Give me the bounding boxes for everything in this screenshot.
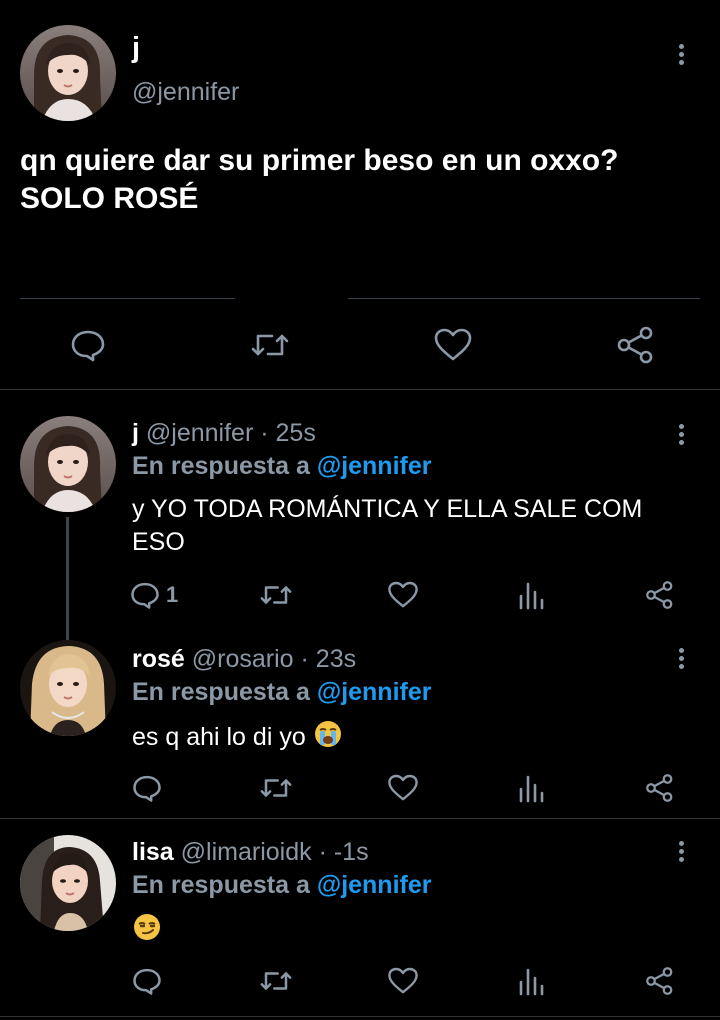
- timestamp: · 23s: [300, 645, 357, 673]
- in-reply-label: En respuesta a: [132, 871, 317, 899]
- analytics-icon[interactable]: [516, 575, 546, 615]
- mention-link[interactable]: @jennifer: [317, 871, 432, 899]
- main-tweet: j @jennifer qn quiere dar su primer beso…: [0, 0, 720, 390]
- mention-link[interactable]: @jennifer: [317, 452, 432, 480]
- reply-text-line: y YO TODA ROMÁNTICA Y ELLA SALE COM: [132, 495, 643, 523]
- tweet-actions: [0, 320, 720, 370]
- reply-header: lisa @limarioidk · -1s: [132, 837, 369, 867]
- more-options-icon[interactable]: [673, 38, 689, 70]
- loudly-crying-face-icon: [313, 719, 343, 758]
- in-reply-to: En respuesta a @jennifer: [132, 870, 432, 900]
- separator: [20, 298, 235, 299]
- like-icon[interactable]: [385, 768, 421, 808]
- author-name[interactable]: lisa: [132, 838, 174, 866]
- reply-text: y YO TODA ROMÁNTICA Y ELLA SALE COM ESO: [132, 493, 692, 559]
- share-icon[interactable]: [614, 320, 658, 370]
- reply-text-line: es q ahi lo di yo: [132, 723, 306, 752]
- reply-actions: [0, 768, 720, 808]
- in-reply-label: En respuesta a: [132, 452, 317, 480]
- smirking-face-icon: [132, 912, 162, 951]
- reply-header: j @jennifer · 25s: [132, 418, 316, 448]
- like-icon[interactable]: [385, 575, 421, 615]
- like-icon[interactable]: [431, 320, 475, 370]
- reply-count: 1: [166, 582, 179, 607]
- share-icon[interactable]: [643, 961, 677, 1001]
- retweet-icon[interactable]: [256, 575, 296, 615]
- author-name[interactable]: rosé: [132, 645, 185, 673]
- like-icon[interactable]: [385, 961, 421, 1001]
- analytics-icon[interactable]: [516, 961, 546, 1001]
- in-reply-to: En respuesta a @jennifer: [132, 677, 432, 707]
- more-options-icon[interactable]: [673, 835, 689, 867]
- separator: [348, 298, 700, 299]
- more-options-icon[interactable]: [673, 642, 689, 674]
- divider: [0, 1016, 720, 1017]
- reply-text: es q ahi lo di yo: [132, 719, 692, 758]
- retweet-icon[interactable]: [248, 320, 292, 370]
- author-handle[interactable]: @limarioidk: [181, 838, 312, 866]
- tweet-text: qn quiere dar su primer beso en un oxxo?…: [20, 142, 700, 218]
- timestamp: · -1s: [318, 838, 369, 866]
- reply-header: rosé @rosario · 23s: [132, 644, 356, 674]
- in-reply-to: En respuesta a @jennifer: [132, 451, 432, 481]
- author-handle[interactable]: @jennifer: [146, 419, 253, 447]
- analytics-icon[interactable]: [516, 768, 546, 808]
- reply-tweet[interactable]: rosé @rosario · 23s En respuesta a @jenn…: [0, 640, 720, 818]
- more-options-icon[interactable]: [673, 418, 689, 450]
- avatar[interactable]: [20, 416, 116, 512]
- author-name[interactable]: j: [132, 32, 140, 64]
- in-reply-label: En respuesta a: [132, 678, 317, 706]
- reply-icon: [131, 582, 159, 609]
- reply-icon[interactable]: [66, 320, 110, 370]
- mention-link[interactable]: @jennifer: [317, 678, 432, 706]
- tweet-text-line: qn quiere dar su primer beso en un oxxo?: [20, 144, 619, 177]
- retweet-icon[interactable]: [256, 768, 296, 808]
- tweet-thread-screen: j @jennifer qn quiere dar su primer beso…: [0, 0, 720, 1020]
- timestamp: · 25s: [260, 419, 316, 447]
- reply-text: [132, 912, 692, 951]
- share-icon[interactable]: [643, 575, 677, 615]
- reply-actions: 1: [0, 575, 720, 615]
- author-handle[interactable]: @rosario: [192, 645, 294, 673]
- reply-actions: [0, 961, 720, 1001]
- tweet-text-line: SOLO ROSÉ: [20, 182, 199, 215]
- reply-icon[interactable]: [130, 768, 164, 808]
- author-handle[interactable]: @jennifer: [132, 78, 239, 106]
- share-icon[interactable]: [643, 768, 677, 808]
- reply-text-line: ESO: [132, 528, 185, 556]
- author-name[interactable]: j: [132, 419, 139, 447]
- reply-tweet[interactable]: lisa @limarioidk · -1s En respuesta a @j…: [0, 819, 720, 1019]
- avatar[interactable]: [20, 25, 116, 121]
- reply-button[interactable]: 1: [130, 575, 178, 615]
- reply-icon[interactable]: [130, 961, 164, 1001]
- avatar[interactable]: [20, 835, 116, 931]
- reply-tweet[interactable]: j @jennifer · 25s En respuesta a @jennif…: [0, 390, 720, 640]
- retweet-icon[interactable]: [256, 961, 296, 1001]
- avatar[interactable]: [20, 640, 116, 736]
